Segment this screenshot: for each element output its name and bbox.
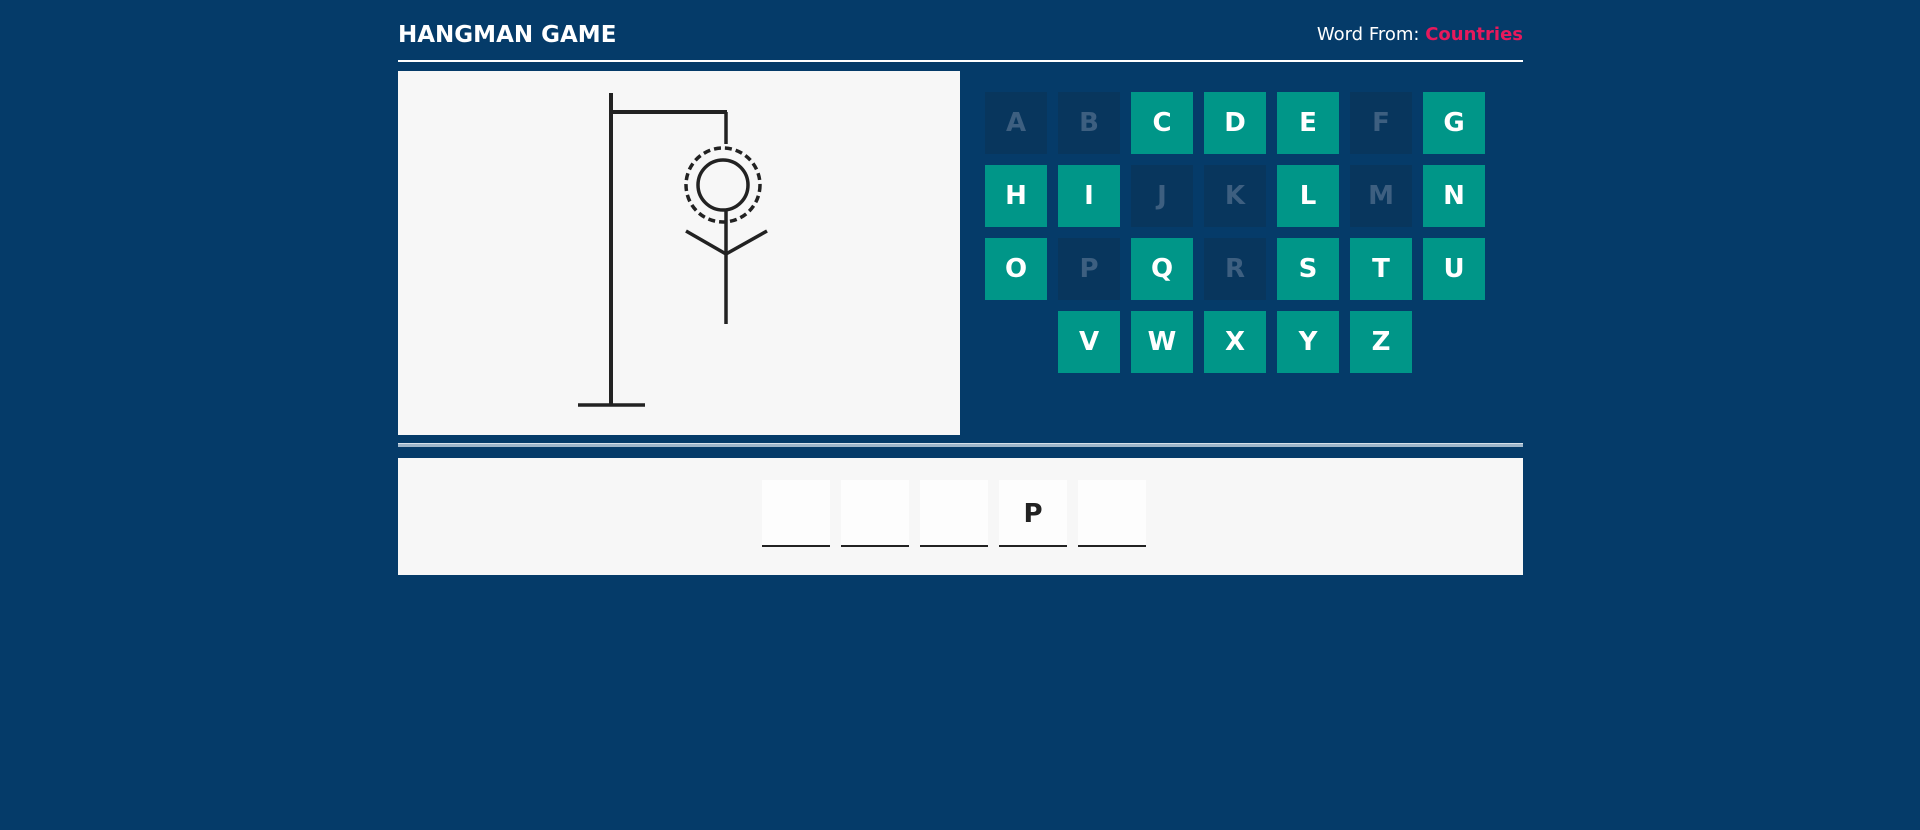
letter-key-h[interactable]: H (985, 165, 1047, 227)
letter-key-s[interactable]: S (1277, 238, 1339, 300)
word-category-info: Word From: Countries (1317, 24, 1523, 45)
letter-key-t[interactable]: T (1350, 238, 1412, 300)
letter-key-j[interactable]: J (1131, 165, 1193, 227)
letter-key-f[interactable]: F (1350, 92, 1412, 154)
right-arm (725, 229, 768, 256)
letter-slot (762, 480, 830, 547)
letter-key-r[interactable]: R (1204, 238, 1266, 300)
letter-key-v[interactable]: V (1058, 311, 1120, 373)
letter-key-o[interactable]: O (985, 238, 1047, 300)
letter-key-q[interactable]: Q (1131, 238, 1193, 300)
letter-slot (1078, 480, 1146, 547)
letter-key-c[interactable]: C (1131, 92, 1193, 154)
letter-slot (841, 480, 909, 547)
letter-key-e[interactable]: E (1277, 92, 1339, 154)
letter-key-b[interactable]: B (1058, 92, 1120, 154)
letter-key-m[interactable]: M (1350, 165, 1412, 227)
letter-key-p[interactable]: P (1058, 238, 1120, 300)
letter-key-l[interactable]: L (1277, 165, 1339, 227)
letter-keyboard: ABCDEFG HIJKLMN OPQRSTU VWXYZ (985, 92, 1505, 392)
divider (398, 443, 1523, 447)
game-container: HANGMAN GAME Word From: Countries ABCDEF… (398, 0, 1523, 575)
letter-key-a[interactable]: A (985, 92, 1047, 154)
word-panel: P (398, 458, 1523, 575)
game-title: HANGMAN GAME (398, 22, 617, 48)
header: HANGMAN GAME Word From: Countries (398, 0, 1523, 62)
category-name: Countries (1425, 24, 1523, 45)
word-from-label: Word From: (1316, 24, 1420, 45)
letter-key-z[interactable]: Z (1350, 311, 1412, 373)
letter-key-w[interactable]: W (1131, 311, 1193, 373)
letter-key-g[interactable]: G (1423, 92, 1485, 154)
letter-slot (920, 480, 988, 547)
letter-key-n[interactable]: N (1423, 165, 1485, 227)
head (696, 158, 750, 212)
letter-key-k[interactable]: K (1204, 165, 1266, 227)
letter-key-x[interactable]: X (1204, 311, 1266, 373)
letter-key-y[interactable]: Y (1277, 311, 1339, 373)
left-arm (685, 229, 727, 256)
letter-key-i[interactable]: I (1058, 165, 1120, 227)
hangman-drawing (578, 93, 768, 407)
hangman-drawing-panel (398, 71, 960, 435)
letter-key-u[interactable]: U (1423, 238, 1485, 300)
letter-slot: P (999, 480, 1067, 547)
letter-key-d[interactable]: D (1204, 92, 1266, 154)
